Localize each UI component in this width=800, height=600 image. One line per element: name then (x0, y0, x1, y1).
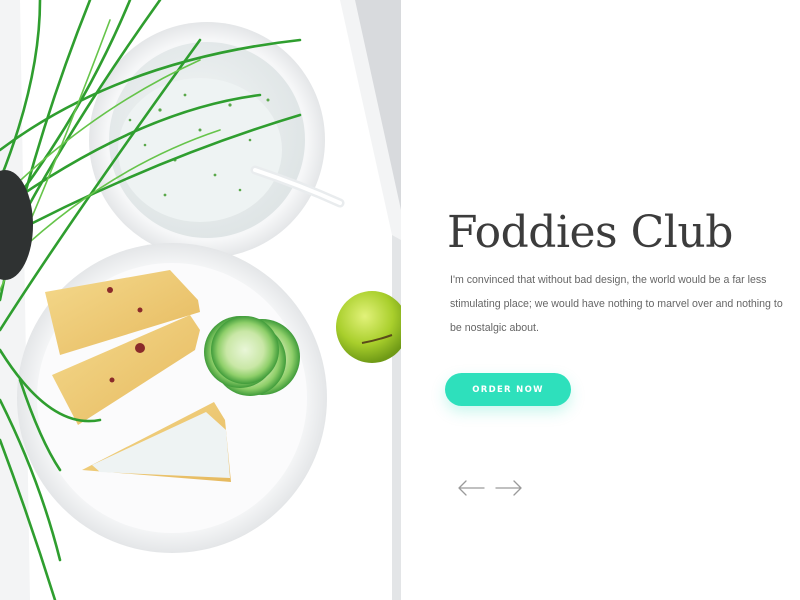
arrow-right-icon (495, 480, 522, 496)
order-now-button[interactable]: ORDER NOW (445, 373, 571, 406)
food-photo (0, 0, 401, 600)
slider-navigation (457, 478, 527, 498)
page-title: Foddies Club (447, 207, 733, 258)
previous-slide-button[interactable] (457, 478, 485, 498)
hero-description: I'm convinced that without bad design, t… (450, 274, 783, 334)
next-slide-button[interactable] (495, 478, 523, 498)
arrow-left-icon (458, 480, 485, 496)
landing-page: Foddies Club I'm convinced that without … (0, 0, 800, 600)
hero-content: Foddies Club I'm convinced that without … (401, 0, 800, 600)
